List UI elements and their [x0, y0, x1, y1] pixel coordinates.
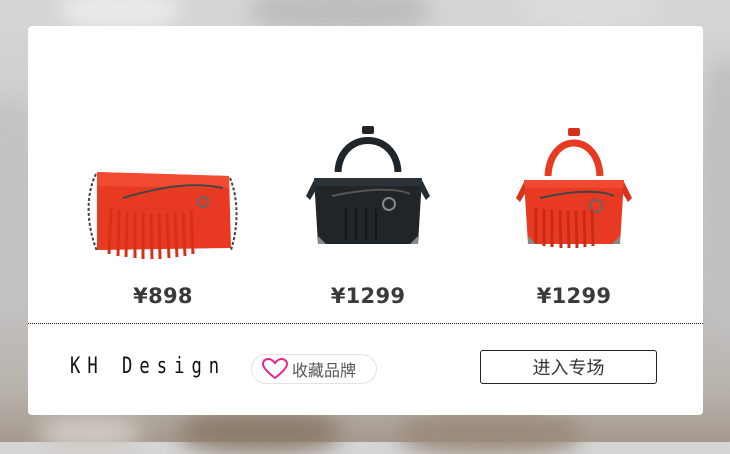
product-list: ¥898 ¥1299 ¥1299 [28, 26, 703, 323]
product-item[interactable]: ¥1299 [474, 116, 674, 326]
enter-special-button[interactable]: 进入专场 [480, 350, 657, 384]
product-price: ¥898 [133, 284, 193, 308]
brand-name[interactable]: KH Design [70, 354, 226, 379]
product-image[interactable] [63, 116, 263, 271]
brand-card[interactable]: ¥898 ¥1299 ¥1299 KH Design 收藏品牌 进入专场 [28, 26, 703, 415]
favorite-brand-label: 收藏品牌 [292, 361, 357, 380]
product-item[interactable]: ¥898 [63, 116, 263, 326]
favorite-brand-button[interactable]: 收藏品牌 [251, 354, 377, 384]
product-image[interactable] [474, 116, 674, 271]
heart-icon [262, 358, 288, 380]
product-price: ¥1299 [330, 284, 406, 308]
product-image[interactable] [268, 116, 468, 271]
brand-footer: KH Design 收藏品牌 进入专场 [28, 324, 703, 415]
product-item[interactable]: ¥1299 [268, 116, 468, 326]
product-price: ¥1299 [536, 284, 612, 308]
